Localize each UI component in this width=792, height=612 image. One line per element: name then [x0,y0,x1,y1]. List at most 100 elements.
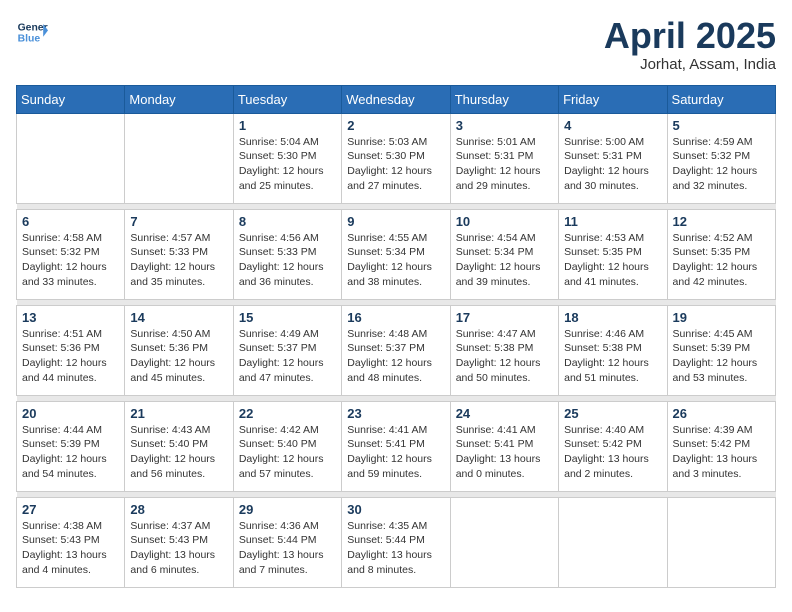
day-of-week-header: Wednesday [342,85,450,113]
day-info: Sunrise: 4:58 AM Sunset: 5:32 PM Dayligh… [22,231,119,290]
day-number: 30 [347,502,444,517]
calendar-cell: 23 Sunrise: 4:41 AM Sunset: 5:41 PM Dayli… [342,401,450,491]
day-info: Sunrise: 4:50 AM Sunset: 5:36 PM Dayligh… [130,327,227,386]
day-info: Sunrise: 4:59 AM Sunset: 5:32 PM Dayligh… [673,135,770,194]
day-info: Sunrise: 4:38 AM Sunset: 5:43 PM Dayligh… [22,519,119,578]
calendar-cell: 11 Sunrise: 4:53 AM Sunset: 5:35 PM Dayli… [559,209,667,299]
day-info: Sunrise: 4:41 AM Sunset: 5:41 PM Dayligh… [347,423,444,482]
calendar-cell: 10Sunrise: 4:54 AM Sunset: 5:34 PM Dayli… [450,209,558,299]
calendar-header-row: SundayMondayTuesdayWednesdayThursdayFrid… [17,85,776,113]
day-of-week-header: Friday [559,85,667,113]
calendar-cell: 3 Sunrise: 5:01 AM Sunset: 5:31 PM Daylig… [450,113,558,203]
day-number: 4 [564,118,661,133]
day-info: Sunrise: 4:55 AM Sunset: 5:34 PM Dayligh… [347,231,444,290]
calendar-cell: 2 Sunrise: 5:03 AM Sunset: 5:30 PM Daylig… [342,113,450,203]
day-info: Sunrise: 4:47 AM Sunset: 5:38 PM Dayligh… [456,327,553,386]
day-info: Sunrise: 4:52 AM Sunset: 5:35 PM Dayligh… [673,231,770,290]
day-info: Sunrise: 5:01 AM Sunset: 5:31 PM Dayligh… [456,135,553,194]
calendar-cell: 22 Sunrise: 4:42 AM Sunset: 5:40 PM Dayli… [233,401,341,491]
calendar-cell: 24 Sunrise: 4:41 AM Sunset: 5:41 PM Dayli… [450,401,558,491]
day-info: Sunrise: 4:43 AM Sunset: 5:40 PM Dayligh… [130,423,227,482]
day-number: 17 [456,310,553,325]
day-info: Sunrise: 4:42 AM Sunset: 5:40 PM Dayligh… [239,423,336,482]
day-number: 21 [130,406,227,421]
calendar-cell: 16Sunrise: 4:48 AM Sunset: 5:37 PM Dayli… [342,305,450,395]
week-row: 27 Sunrise: 4:38 AM Sunset: 5:43 PM Dayli… [17,497,776,587]
calendar-cell: 1 Sunrise: 5:04 AM Sunset: 5:30 PM Daylig… [233,113,341,203]
day-info: Sunrise: 4:41 AM Sunset: 5:41 PM Dayligh… [456,423,553,482]
day-of-week-header: Monday [125,85,233,113]
day-info: Sunrise: 4:40 AM Sunset: 5:42 PM Dayligh… [564,423,661,482]
calendar-cell: 29 Sunrise: 4:36 AM Sunset: 5:44 PM Dayli… [233,497,341,587]
calendar-cell: 8Sunrise: 4:56 AM Sunset: 5:33 PM Daylig… [233,209,341,299]
calendar-cell [125,113,233,203]
day-number: 19 [673,310,770,325]
svg-text:Blue: Blue [18,34,41,45]
day-number: 25 [564,406,661,421]
calendar-cell: 7Sunrise: 4:57 AM Sunset: 5:33 PM Daylig… [125,209,233,299]
day-number: 14 [130,310,227,325]
calendar-cell [667,497,775,587]
day-info: Sunrise: 4:49 AM Sunset: 5:37 PM Dayligh… [239,327,336,386]
day-info: Sunrise: 4:35 AM Sunset: 5:44 PM Dayligh… [347,519,444,578]
day-info: Sunrise: 4:45 AM Sunset: 5:39 PM Dayligh… [673,327,770,386]
calendar-cell: 4 Sunrise: 5:00 AM Sunset: 5:31 PM Daylig… [559,113,667,203]
day-info: Sunrise: 4:54 AM Sunset: 5:34 PM Dayligh… [456,231,553,290]
calendar-cell: 9Sunrise: 4:55 AM Sunset: 5:34 PM Daylig… [342,209,450,299]
day-number: 6 [22,214,119,229]
day-info: Sunrise: 5:03 AM Sunset: 5:30 PM Dayligh… [347,135,444,194]
calendar-cell: 25 Sunrise: 4:40 AM Sunset: 5:42 PM Dayli… [559,401,667,491]
calendar-table: SundayMondayTuesdayWednesdayThursdayFrid… [16,85,776,588]
day-number: 27 [22,502,119,517]
day-info: Sunrise: 4:53 AM Sunset: 5:35 PM Dayligh… [564,231,661,290]
day-number: 1 [239,118,336,133]
day-number: 29 [239,502,336,517]
calendar-cell: 28Sunrise: 4:37 AM Sunset: 5:43 PM Dayli… [125,497,233,587]
day-info: Sunrise: 5:00 AM Sunset: 5:31 PM Dayligh… [564,135,661,194]
day-info: Sunrise: 4:36 AM Sunset: 5:44 PM Dayligh… [239,519,336,578]
day-info: Sunrise: 4:39 AM Sunset: 5:42 PM Dayligh… [673,423,770,482]
calendar-cell [450,497,558,587]
calendar-cell [17,113,125,203]
day-number: 2 [347,118,444,133]
day-number: 23 [347,406,444,421]
week-row: 13 Sunrise: 4:51 AM Sunset: 5:36 PM Dayli… [17,305,776,395]
logo: General Blue [16,16,48,48]
calendar-cell: 18 Sunrise: 4:46 AM Sunset: 5:38 PM Dayli… [559,305,667,395]
day-number: 13 [22,310,119,325]
day-info: Sunrise: 4:57 AM Sunset: 5:33 PM Dayligh… [130,231,227,290]
day-number: 12 [673,214,770,229]
day-number: 26 [673,406,770,421]
day-of-week-header: Tuesday [233,85,341,113]
day-number: 22 [239,406,336,421]
day-info: Sunrise: 5:04 AM Sunset: 5:30 PM Dayligh… [239,135,336,194]
week-row: 20Sunrise: 4:44 AM Sunset: 5:39 PM Dayli… [17,401,776,491]
logo-icon: General Blue [16,16,48,48]
day-info: Sunrise: 4:46 AM Sunset: 5:38 PM Dayligh… [564,327,661,386]
day-number: 11 [564,214,661,229]
day-of-week-header: Sunday [17,85,125,113]
day-of-week-header: Thursday [450,85,558,113]
day-info: Sunrise: 4:51 AM Sunset: 5:36 PM Dayligh… [22,327,119,386]
month-title: April 2025 [604,16,776,56]
day-info: Sunrise: 4:56 AM Sunset: 5:33 PM Dayligh… [239,231,336,290]
calendar-cell: 26 Sunrise: 4:39 AM Sunset: 5:42 PM Dayli… [667,401,775,491]
calendar-cell: 19 Sunrise: 4:45 AM Sunset: 5:39 PM Dayli… [667,305,775,395]
day-number: 28 [130,502,227,517]
day-number: 24 [456,406,553,421]
day-number: 18 [564,310,661,325]
day-number: 3 [456,118,553,133]
week-row: 6 Sunrise: 4:58 AM Sunset: 5:32 PM Daylig… [17,209,776,299]
day-number: 5 [673,118,770,133]
calendar-cell: 27 Sunrise: 4:38 AM Sunset: 5:43 PM Dayli… [17,497,125,587]
calendar-cell [559,497,667,587]
day-of-week-header: Saturday [667,85,775,113]
calendar-cell: 15 Sunrise: 4:49 AM Sunset: 5:37 PM Dayli… [233,305,341,395]
day-number: 20 [22,406,119,421]
location: Jorhat, Assam, India [604,56,776,73]
day-number: 15 [239,310,336,325]
calendar-cell: 21 Sunrise: 4:43 AM Sunset: 5:40 PM Dayli… [125,401,233,491]
calendar-cell: 20Sunrise: 4:44 AM Sunset: 5:39 PM Dayli… [17,401,125,491]
day-number: 16 [347,310,444,325]
calendar-cell: 12 Sunrise: 4:52 AM Sunset: 5:35 PM Dayli… [667,209,775,299]
